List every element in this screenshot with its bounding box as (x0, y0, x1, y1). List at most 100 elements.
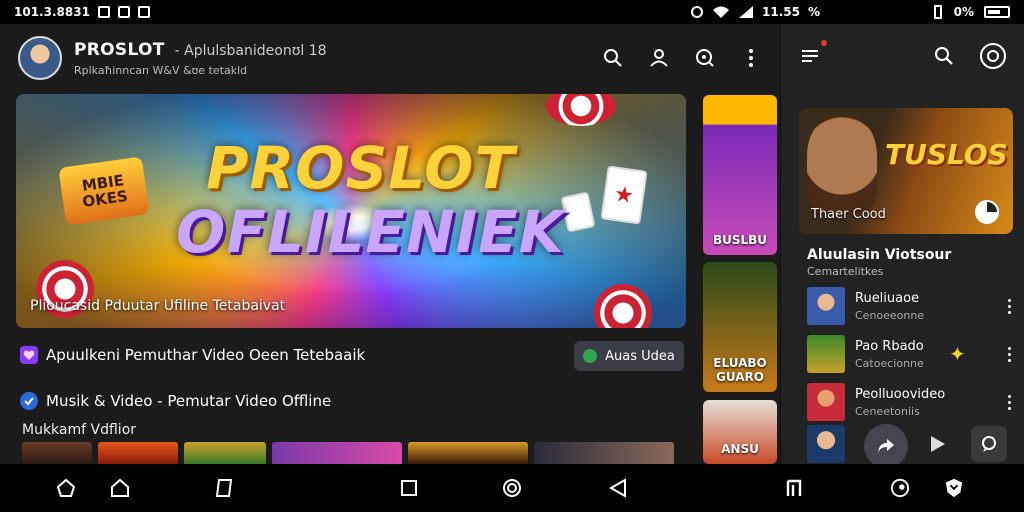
video-thumbnail[interactable] (22, 442, 92, 464)
mini-player (807, 424, 1017, 468)
app-title: PROSLOT (74, 39, 165, 60)
list-item-subtitle: Cenoeeonne (855, 308, 925, 322)
mini-player-thumbnail[interactable] (807, 425, 845, 463)
play-icon[interactable] (929, 434, 947, 458)
info-row-music[interactable]: Musik & Video - Pemutar Video Offline (20, 392, 331, 410)
more-vert-icon[interactable] (1001, 298, 1017, 314)
system-nav-bar (0, 464, 1024, 512)
list-item-thumbnail (807, 335, 845, 373)
playlist-icon[interactable] (799, 40, 827, 67)
app-header: PROSLOT - Aplulsbanideonʊl 18 Rplkaħinnc… (0, 24, 780, 92)
info-row-apps-text: Apuulkeni Pemuthar Video Oeen Tetebaaik (46, 346, 366, 364)
add-video-button-label: Auas Udea (605, 348, 675, 364)
panel-section-subtitle: Cemartelitkes (807, 265, 884, 278)
account-icon[interactable] (648, 47, 670, 69)
chat-circle-icon[interactable] (890, 478, 910, 498)
app-screen: 101.3.8831 11.55 % 0% PROSLOT - Aplulsba… (0, 0, 1024, 512)
notification-dot (821, 40, 827, 46)
feature-card-portrait (807, 116, 877, 216)
share-forward-button[interactable] (864, 424, 908, 468)
casino-chip-image-3 (594, 284, 652, 328)
search-icon[interactable] (602, 47, 624, 69)
signal-icon (739, 6, 753, 18)
status-clock: 11.55 (762, 5, 800, 19)
header-actions (602, 47, 762, 69)
notification-icon (97, 6, 110, 18)
app-title-sub: - Aplulsbanideonʊl 18 (174, 42, 327, 59)
sparkle-icon: ✦ (949, 342, 966, 366)
recents-square-icon[interactable] (399, 478, 419, 498)
app-subtitle: Rplkaħinncan W&V &ʊe tetakld (74, 63, 248, 77)
right-panel: TUSLOS Thaer Cood Aluulasin Viotsour Cem… (780, 24, 1024, 468)
status-percent: % (807, 5, 820, 19)
poster-label: ELUABO GUARO (713, 356, 767, 384)
playing-card-image-2 (560, 191, 596, 233)
list-item-title: Rueliuaoe (855, 290, 920, 306)
casino-chip-image-2 (546, 94, 616, 126)
feature-card[interactable]: TUSLOS Thaer Cood (799, 108, 1013, 234)
hero-badge: MBIE OKES (58, 156, 150, 226)
battery-percent: 0% (953, 5, 974, 19)
home-icon[interactable] (110, 478, 130, 498)
at-profile-icon[interactable] (979, 42, 1007, 70)
shield-app-icon[interactable] (944, 478, 964, 498)
thumbnail-row (22, 442, 682, 464)
feature-card-caption: Thaer Cood (811, 207, 886, 222)
tablet-icon[interactable] (214, 478, 234, 498)
poster-card[interactable]: ELUABO GUARO (703, 262, 777, 392)
columns-icon[interactable] (784, 478, 804, 498)
home-pentagon-icon[interactable] (56, 478, 76, 498)
more-vert-icon[interactable] (1001, 346, 1017, 362)
list-item[interactable]: Peolluoovideo Ceneetoniis (807, 382, 1017, 422)
hero-title-line2: OFLILENIEK (176, 198, 565, 266)
progress-pie-icon (975, 200, 999, 224)
playing-card-image: ★ (600, 165, 648, 225)
poster-card[interactable]: ANSU (703, 400, 777, 464)
chat-bubble-button[interactable] (971, 426, 1007, 462)
right-panel-header (781, 24, 1024, 88)
list-item-title: Pao Rbado (855, 338, 924, 354)
feature-card-title: TUSLOS (885, 138, 1008, 171)
hero-caption: Plioucasid Pduutar Ufiline Tetabaivat (30, 298, 286, 314)
wifi-icon (713, 6, 729, 18)
video-thumbnail[interactable] (408, 442, 528, 464)
check-badge-icon (20, 392, 38, 410)
title-block: PROSLOT - Aplulsbanideonʊl 18 Rplkaħinnc… (74, 40, 327, 77)
panel-search-icon[interactable] (933, 45, 955, 67)
poster-label: BUSLBU (712, 233, 768, 247)
video-thumbnail[interactable] (184, 442, 266, 464)
poster-card[interactable]: BUSLBU (703, 95, 777, 255)
add-video-button[interactable]: Auas Udea (574, 341, 684, 371)
poster-label: ANSU (721, 442, 759, 456)
avatar[interactable] (18, 36, 62, 80)
notification-icon-2 (117, 6, 130, 18)
list-item-thumbnail (807, 287, 845, 325)
video-thumbnail[interactable] (98, 442, 178, 464)
more-vert-icon[interactable] (740, 47, 762, 69)
info-row-apps[interactable]: Apuulkeni Pemuthar Video Oeen Tetebaaik (20, 346, 365, 364)
image-icon (137, 6, 150, 18)
battery-icon (984, 6, 1010, 18)
video-thumbnail[interactable] (272, 442, 402, 464)
shield-check-icon (583, 349, 598, 363)
list-item[interactable]: Pao Rbado Catoecionne ✦ (807, 334, 1017, 374)
status-time-text: 101.3.8831 (14, 5, 90, 19)
list-item-subtitle: Ceneetoniis (855, 404, 920, 418)
alarm-icon (691, 6, 703, 18)
refresh-search-icon[interactable] (694, 47, 716, 69)
video-thumbnail[interactable] (534, 442, 674, 464)
list-item-title: Peolluoovideo (855, 386, 946, 402)
home-circle-icon[interactable] (502, 478, 522, 498)
hero-banner[interactable]: MBIE OKES ★ PROSLOT OFLILENIEK Plioucasi… (16, 94, 686, 328)
status-bar: 101.3.8831 11.55 % 0% (0, 0, 1024, 24)
section-label: Mukkamf Vdflior (22, 422, 137, 438)
back-triangle-icon[interactable] (608, 478, 628, 498)
list-item[interactable]: Rueliuaoe Cenoeeonne (807, 286, 1017, 326)
more-vert-icon[interactable] (1001, 394, 1017, 410)
vibrate-icon (933, 5, 942, 19)
hero-title-line1: PROSLOT (206, 134, 516, 202)
info-row-music-text: Musik & Video - Pemutar Video Offline (46, 392, 332, 410)
heart-icon (20, 346, 38, 364)
list-item-subtitle: Catoecionne (855, 356, 924, 370)
list-item-thumbnail (807, 383, 845, 421)
